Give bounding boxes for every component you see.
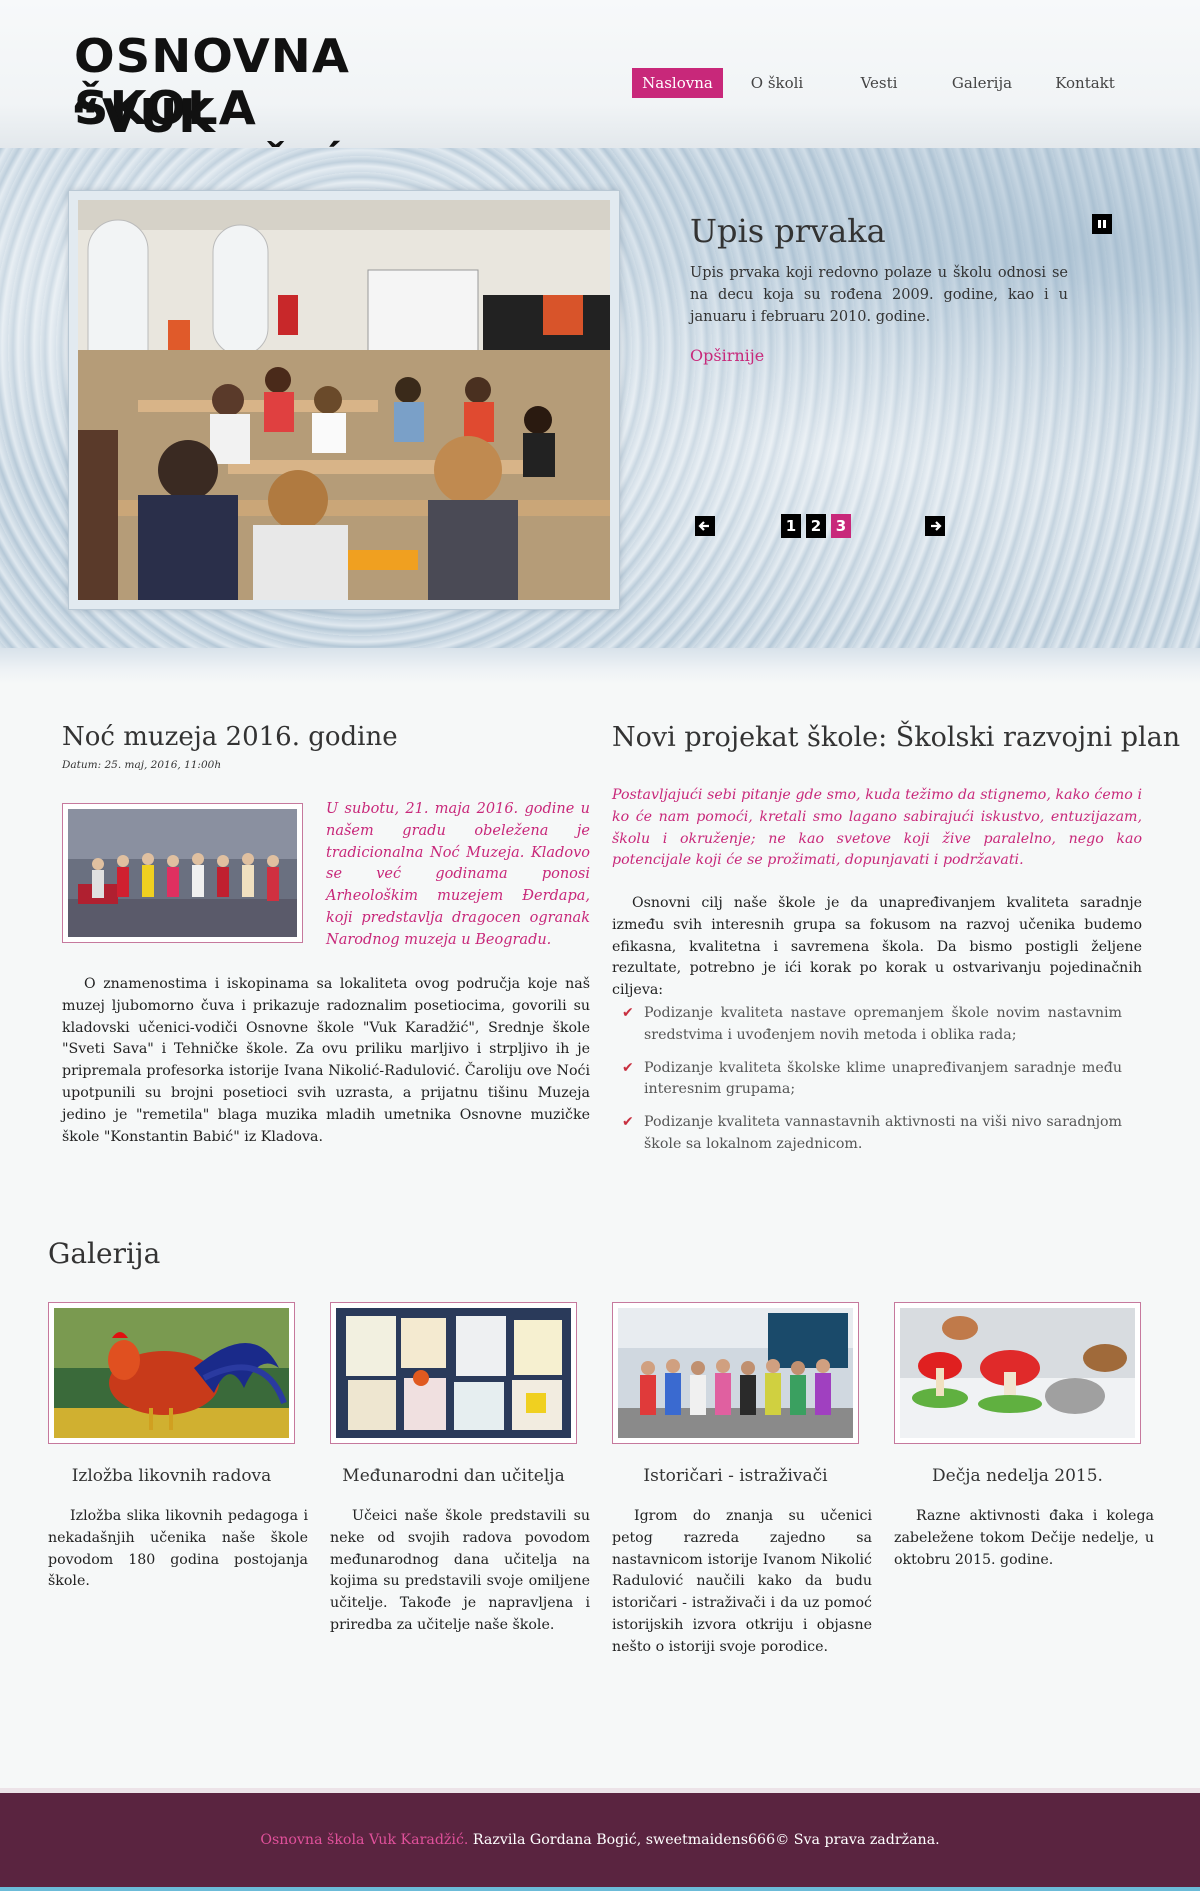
gallery-item-text: Igrom do znanja su učenici petog razreda… — [612, 1508, 872, 1655]
project-goals-list: ✔ Podizanje kvaliteta nastave opremanjem … — [622, 1003, 1122, 1167]
list-item: ✔ Podizanje kvaliteta nastave opremanjem … — [622, 1003, 1122, 1047]
project-title[interactable]: Novi projekat škole: Školski razvojni pl… — [612, 722, 1180, 753]
footer-credits: Razvila Gordana Bogić, sweetmaidens666© … — [468, 1832, 940, 1848]
footer-bottom-bar — [0, 1887, 1200, 1891]
slide-title: Upis prvaka — [690, 212, 886, 250]
gallery-thumbnail[interactable] — [330, 1302, 577, 1444]
gallery-thumbnail[interactable] — [894, 1302, 1141, 1444]
gallery-card: Istoričari - istraživači Igrom do znanja… — [612, 1302, 872, 1659]
project-intro: Postavljajući sebi pitanje gde smo, kuda… — [612, 787, 1142, 869]
gallery-item-title[interactable]: Istoričari - istraživači — [612, 1466, 859, 1486]
slider-bottom-shadow — [0, 648, 1200, 684]
nav-item-vesti[interactable]: Vesti — [831, 68, 927, 98]
arrow-right-glyph — [931, 521, 942, 531]
main-nav: Naslovna O školi Vesti Galerija Kontakt — [632, 68, 1133, 98]
arrow-left-glyph — [698, 521, 709, 531]
slide-page-1[interactable]: 1 — [781, 514, 801, 538]
news-intro: U subotu, 21. maja 2016. godine u našem … — [326, 801, 590, 948]
gallery-thumbnail[interactable] — [48, 1302, 295, 1444]
nav-item-o-skoli[interactable]: O školi — [723, 68, 831, 98]
news-thumbnail[interactable] — [62, 803, 303, 943]
gallery-item-text: Razne aktivnosti đaka i kolega zabeležen… — [894, 1508, 1154, 1568]
news-date: Datum: 25. maj, 2016, 11:00h — [62, 759, 222, 771]
arrow-right-icon[interactable] — [925, 516, 945, 536]
gallery-thumbnail[interactable] — [612, 1302, 859, 1444]
gallery-item-title[interactable]: Izložba likovnih radova — [48, 1466, 295, 1486]
gallery-item-text: Izložba slika likovnih pedagoga i nekada… — [48, 1508, 308, 1590]
gallery-image-rooster — [54, 1308, 289, 1438]
slide-page-2[interactable]: 2 — [806, 514, 826, 538]
list-item-text: Podizanje kvaliteta školske klime unapre… — [644, 1059, 1122, 1098]
footer-text: Osnovna škola Vuk Karadžić. Razvila Gord… — [0, 1832, 1200, 1848]
gallery-item-text: Učeici naše škole predstavili su neke od… — [330, 1508, 590, 1633]
nav-item-naslovna[interactable]: Naslovna — [632, 68, 723, 98]
arrow-left-icon[interactable] — [695, 516, 715, 536]
gallery-image-class — [618, 1308, 853, 1438]
check-icon: ✔ — [622, 1059, 634, 1076]
list-item-text: Podizanje kvaliteta vannastavnih aktivno… — [644, 1114, 1122, 1152]
pause-glyph — [1098, 220, 1106, 228]
gallery-card: Izložba likovnih radova Izložba slika li… — [48, 1302, 308, 1593]
site-header: OSNOVNA ŠKOLA “VUK KARADŽIĆ” Naslovna O … — [0, 0, 1200, 194]
slide-more-link[interactable]: Opširnije — [690, 346, 764, 365]
check-icon: ✔ — [622, 1114, 634, 1131]
school-logo[interactable]: OSNOVNA ŠKOLA “VUK KARADŽIĆ” — [70, 28, 530, 194]
check-icon: ✔ — [622, 1005, 634, 1021]
project-body: Osnovni cilj naše škole je da unapređiva… — [612, 895, 1142, 999]
news-title[interactable]: Noć muzeja 2016. godine — [62, 722, 398, 752]
slide-photo-classroom — [78, 200, 610, 600]
gallery-image-crafts — [900, 1308, 1135, 1438]
footer-site-link[interactable]: Osnovna škola Vuk Karadžić. — [260, 1832, 468, 1848]
news-thumbnail-image — [68, 809, 297, 937]
gallery-item-title[interactable]: Dečja nedelja 2015. — [894, 1466, 1141, 1486]
slide-text: Upis prvaka koji redovno polaze u školu … — [690, 265, 1068, 325]
list-item: ✔ Podizanje kvaliteta vannastavnih aktivn… — [622, 1112, 1122, 1156]
pause-icon[interactable] — [1092, 214, 1112, 234]
list-item: ✔ Podizanje kvaliteta školske klime unapr… — [622, 1058, 1122, 1102]
news-body: O znamenostima i iskopinama sa lokalitet… — [62, 976, 590, 1145]
gallery-card: Dečja nedelja 2015. Razne aktivnosti đak… — [894, 1302, 1154, 1571]
gallery-title: Galerija — [48, 1237, 161, 1270]
nav-item-kontakt[interactable]: Kontakt — [1037, 68, 1133, 98]
list-item-text: Podizanje kvaliteta nastave opremanjem š… — [644, 1005, 1122, 1043]
nav-item-galerija[interactable]: Galerija — [927, 68, 1037, 98]
gallery-image-board — [336, 1308, 571, 1438]
slide-page-3[interactable]: 3 — [831, 514, 851, 538]
gallery-card: Međunarodni dan učitelja Učeici naše ško… — [330, 1302, 590, 1637]
gallery-item-title[interactable]: Međunarodni dan učitelja — [330, 1466, 577, 1486]
